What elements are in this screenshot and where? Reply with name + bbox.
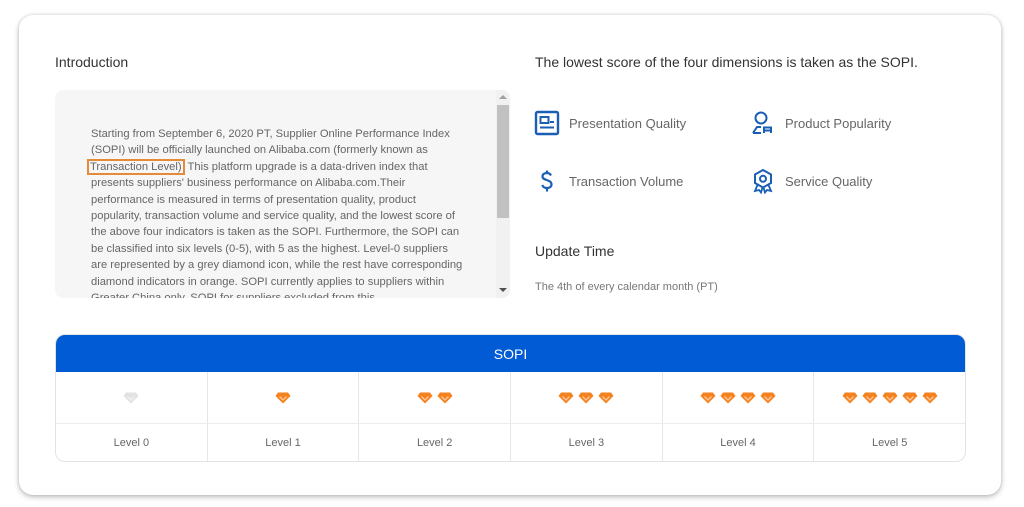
user-product-icon bbox=[749, 109, 777, 137]
diamond-icon bbox=[862, 392, 878, 403]
diamond-icon bbox=[720, 392, 736, 403]
level-4-gems bbox=[663, 372, 815, 423]
introduction-title: Introduction bbox=[55, 54, 129, 70]
dimensions-title: The lowest score of the four dimensions … bbox=[535, 54, 918, 70]
dimension-presentation-quality: Presentation Quality bbox=[533, 109, 686, 137]
dimension-label: Presentation Quality bbox=[569, 115, 687, 131]
level-label: Level 0 bbox=[56, 424, 208, 461]
diamond-icon bbox=[558, 392, 574, 403]
sopi-table-header: SOPI bbox=[56, 335, 965, 372]
dimension-transaction-volume: Transaction Volume bbox=[533, 167, 683, 195]
diamond-icon bbox=[578, 392, 594, 403]
level-label: Level 4 bbox=[663, 424, 815, 461]
scroll-down-arrow-icon[interactable] bbox=[499, 288, 507, 292]
diamond-icon bbox=[902, 392, 918, 403]
dollar-icon bbox=[533, 167, 561, 195]
introduction-text: Starting from September 6, 2020 PT, Supp… bbox=[87, 126, 463, 298]
sopi-labels-row: Level 0 Level 1 Level 2 Level 3 Level 4 … bbox=[56, 424, 965, 461]
diamond-icon bbox=[740, 392, 756, 403]
diamond-icon bbox=[842, 392, 858, 403]
dimension-label: Transaction Volume bbox=[569, 173, 684, 189]
level-0-gems bbox=[56, 372, 208, 423]
dimension-product-popularity: Product Popularity bbox=[749, 109, 891, 137]
update-time-text: The 4th of every calendar month (PT) bbox=[535, 281, 718, 293]
diamond-icon bbox=[700, 392, 716, 403]
level-label: Level 3 bbox=[511, 424, 663, 461]
level-label: Level 5 bbox=[871, 436, 908, 449]
introduction-scroll-box[interactable]: Starting from September 6, 2020 PT, Supp… bbox=[55, 90, 510, 298]
diamond-icon bbox=[417, 392, 433, 403]
level-1-gems bbox=[208, 372, 360, 423]
scroll-up-arrow-icon[interactable] bbox=[499, 95, 507, 99]
level-2-gems bbox=[359, 372, 512, 423]
diamond-icon bbox=[275, 392, 291, 403]
diamond-icon bbox=[437, 392, 453, 403]
diamond-icon bbox=[598, 392, 614, 403]
dimension-label: Product Popularity bbox=[785, 115, 892, 131]
sopi-levels-table: SOPI Level 0 Level 1 Level 2 Level 3 Lev… bbox=[55, 334, 966, 462]
level-label: Level 2 bbox=[359, 424, 512, 461]
presentation-card-icon bbox=[533, 109, 561, 137]
intro-text-before: Starting from September 6, 2020 PT, Supp… bbox=[91, 128, 450, 157]
highlighted-term: Transaction Level) bbox=[87, 158, 185, 175]
badge-award-icon bbox=[749, 167, 777, 195]
level-3-gems bbox=[511, 372, 663, 423]
level-label: Level 1 bbox=[208, 424, 360, 461]
update-time-title: Update Time bbox=[535, 243, 615, 259]
diamond-icon bbox=[123, 392, 139, 403]
scrollbar[interactable] bbox=[496, 90, 510, 298]
level-5-gems bbox=[814, 372, 965, 423]
diamond-icon bbox=[922, 392, 938, 403]
dimension-label: Service Quality bbox=[785, 173, 873, 189]
dimension-service-quality: Service Quality bbox=[749, 167, 872, 195]
diamond-icon bbox=[882, 392, 898, 403]
diamond-icon bbox=[760, 392, 776, 403]
intro-text-after: This platform upgrade is a data-driven i… bbox=[91, 160, 463, 298]
scrollbar-thumb[interactable] bbox=[497, 105, 509, 218]
sopi-gems-row bbox=[56, 372, 965, 424]
